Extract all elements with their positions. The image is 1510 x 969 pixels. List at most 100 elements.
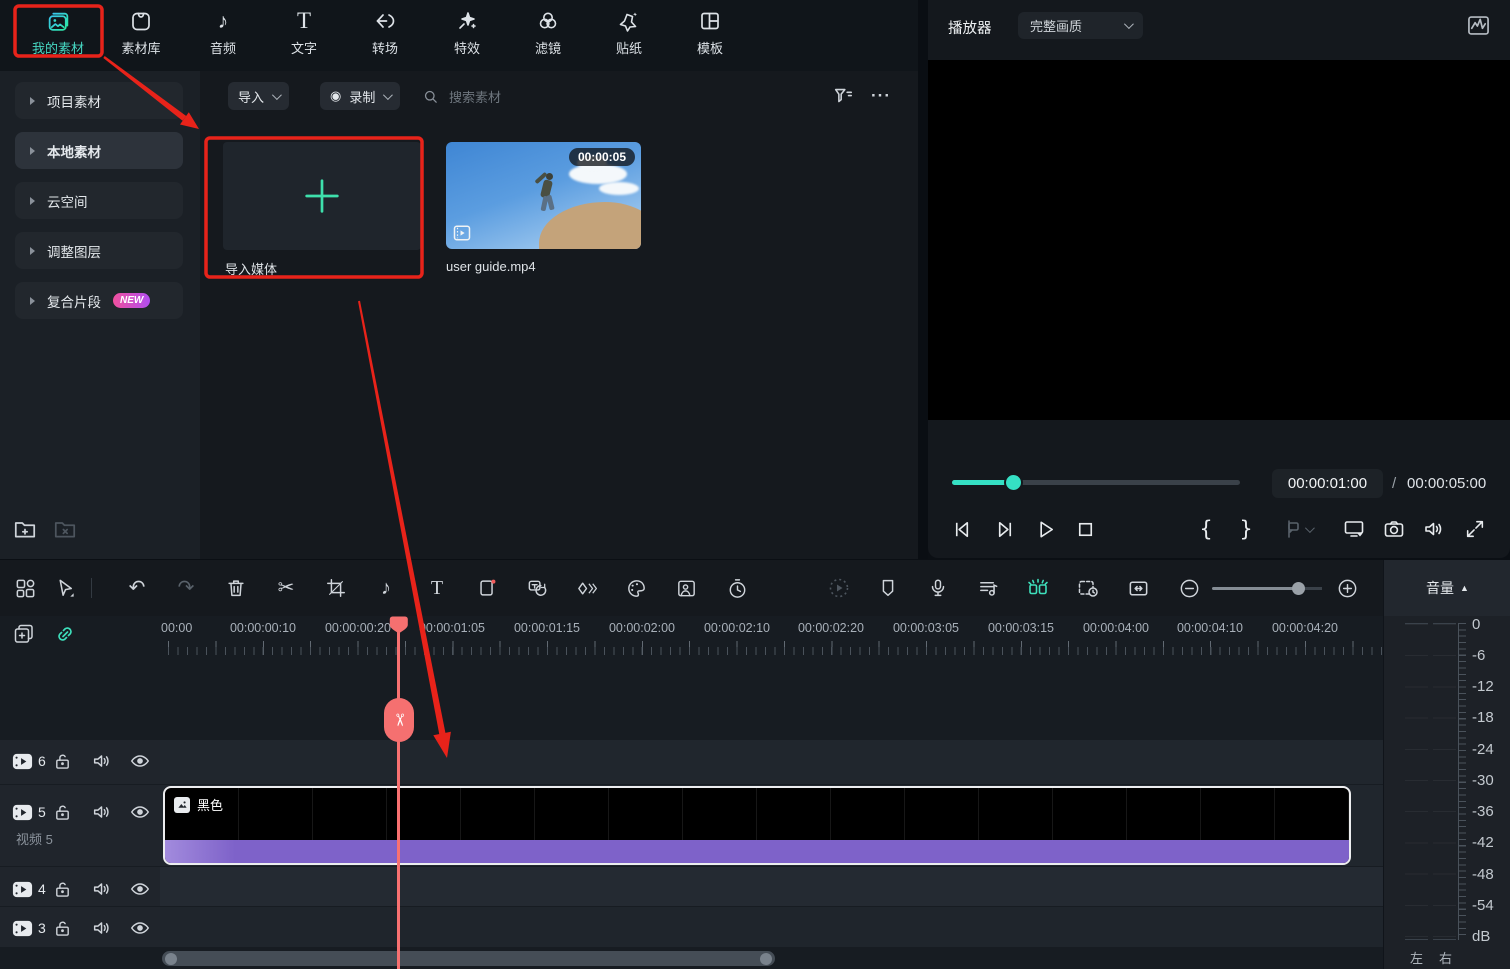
scrollbar-right-handle[interactable] [760,953,772,965]
next-frame-button[interactable] [990,515,1018,543]
delete-folder-button[interactable] [52,516,78,542]
sidebar-item-local-media[interactable]: 本地素材 [15,132,183,169]
display-device-button[interactable] [1340,515,1368,543]
video-preview[interactable] [928,60,1510,420]
seek-slider[interactable] [952,480,1240,485]
mark-out-button[interactable]: } [1232,515,1260,543]
mute-track-button[interactable] [90,916,114,940]
record-voiceover-button[interactable] [924,574,952,602]
lock-track-button[interactable] [50,877,74,901]
tab-my-media[interactable]: 我的素材 [16,8,100,66]
marker-button[interactable] [874,574,902,602]
speed-button[interactable] [723,574,751,602]
import-button[interactable]: 导入 [228,82,289,110]
video-thumbnail[interactable]: 00:00:05 [446,142,641,249]
tab-filters[interactable]: 滤镜 [506,8,590,66]
ruler-label: 00:00:00:10 [223,621,303,635]
snapshot-button[interactable] [1380,515,1408,543]
quick-split-mode-button[interactable] [1024,574,1052,602]
sidebar-item-compound-clip[interactable]: 复合片段 NEW [15,282,183,319]
timeline-zoom-slider[interactable] [1212,587,1322,590]
detach-audio-button[interactable]: ♪ [372,574,400,602]
link-clips-button[interactable] [53,622,77,646]
text-tool-button[interactable]: T [423,574,451,602]
undo-button[interactable]: ↶ [123,574,151,602]
playhead-marker[interactable] [388,616,410,638]
chevron-down-icon [1304,523,1314,533]
audio-mixer-button[interactable] [974,574,1002,602]
select-tool-button[interactable] [51,574,79,602]
tab-transitions[interactable]: 转场 [343,8,427,66]
track-lane-3[interactable] [160,907,1383,947]
import-media-tile[interactable] [223,142,421,250]
clip-duration-button[interactable] [1074,574,1102,602]
previous-frame-button[interactable] [948,515,976,543]
split-button[interactable]: ✂ [272,574,300,602]
speech-to-text-button[interactable] [523,574,551,602]
hide-track-button[interactable] [128,877,152,901]
fit-timeline-button[interactable] [1124,574,1152,602]
tab-audio[interactable]: ♪ 音频 [181,8,265,66]
play-button[interactable] [1031,515,1059,543]
search-input[interactable]: 搜索素材 [422,82,802,110]
mute-button[interactable] [1420,515,1448,543]
tab-effects[interactable]: 特效 [425,8,509,66]
add-folder-button[interactable] [12,516,38,542]
lock-track-button[interactable] [50,800,74,824]
mute-track-button[interactable] [90,800,114,824]
sidebar-item-project-media[interactable]: 项目素材 [15,82,183,119]
record-button[interactable]: ◉ 录制 [320,82,400,110]
volume-header[interactable]: 音量 ▲ [1384,560,1510,616]
preview-range-button[interactable] [1272,515,1320,543]
ruler-label: 00:00:02:10 [697,621,777,635]
delete-button[interactable] [222,574,250,602]
zoom-slider-knob[interactable] [1292,582,1305,595]
playhead-split-button[interactable]: ✂ [384,698,414,742]
scope-button[interactable] [1465,12,1492,39]
timeline-body[interactable]: 00:00:00 00:00:00:10 00:00:00:20 00:00:0… [160,616,1383,969]
track-lane-6[interactable] [160,740,1383,784]
sidebar-item-adjustment-layer[interactable]: 调整图层 [15,232,183,269]
filter-button[interactable] [830,83,856,109]
top-nav: 我的素材 素材库 ♪ 音频 T 文字 转场 [0,0,918,71]
lock-track-button[interactable] [50,749,74,773]
playhead-line[interactable] [397,630,400,969]
tab-media-library[interactable]: 素材库 [99,8,183,66]
microphone-icon [927,577,949,599]
mask-button[interactable] [473,574,501,602]
hide-track-button[interactable] [128,916,152,940]
folder-delete-icon [52,516,78,542]
keyframe-button[interactable] [572,574,600,602]
tab-text[interactable]: T 文字 [262,8,346,66]
seek-knob[interactable] [1006,475,1021,490]
camera-icon [1382,517,1406,541]
mute-track-button[interactable] [90,749,114,773]
tab-stickers[interactable]: 贴纸 [587,8,671,66]
fullscreen-button[interactable] [1461,515,1489,543]
timeline-clip-black[interactable]: 黑色 [163,786,1351,865]
track-lane-4[interactable] [160,867,1383,906]
tab-templates[interactable]: 模板 [668,8,752,66]
lock-track-button[interactable] [50,916,74,940]
portrait-button[interactable] [672,574,700,602]
zoom-in-button[interactable] [1333,574,1361,602]
zoom-out-button[interactable] [1175,574,1203,602]
toolbar-divider [91,578,92,598]
more-options-button[interactable]: ··· [868,83,894,109]
mark-in-button[interactable]: { [1192,515,1220,543]
render-preview-button[interactable] [825,574,853,602]
media-view-button[interactable] [11,574,39,602]
crop-button[interactable] [322,574,350,602]
hide-track-button[interactable] [128,749,152,773]
add-track-button[interactable] [12,622,36,646]
stop-button[interactable] [1071,515,1099,543]
stickers-icon [616,8,642,34]
mute-track-button[interactable] [90,877,114,901]
sidebar-item-cloud-space[interactable]: 云空间 [15,182,183,219]
quality-dropdown[interactable]: 完整画质 [1018,12,1143,39]
scrollbar-left-handle[interactable] [165,953,177,965]
redo-button[interactable]: ↷ [172,574,200,602]
horizontal-scrollbar[interactable] [162,951,775,966]
hide-track-button[interactable] [128,800,152,824]
color-button[interactable] [622,574,650,602]
